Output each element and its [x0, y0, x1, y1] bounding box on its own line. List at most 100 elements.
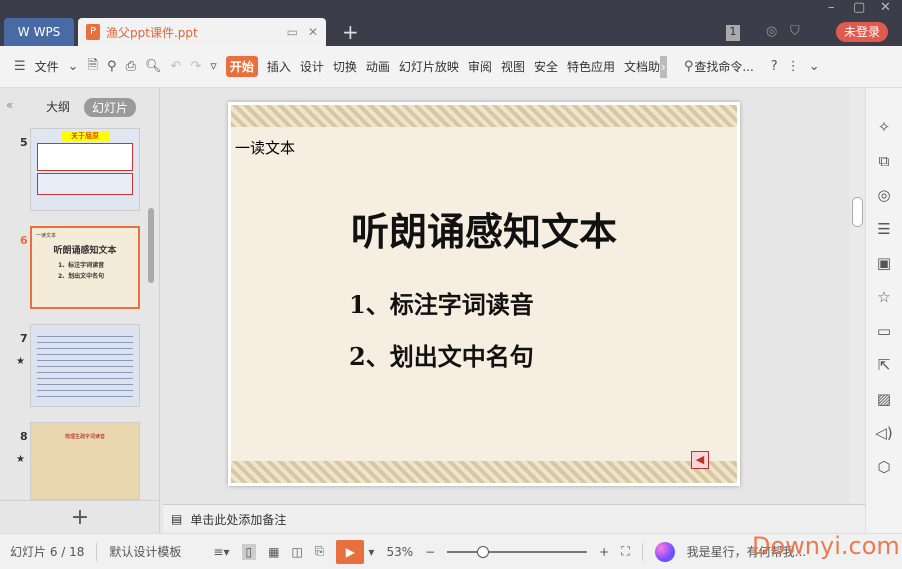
- print-preview-icon[interactable]: 🔍︎: [145, 59, 162, 74]
- shapes-icon[interactable]: ◎: [877, 186, 890, 204]
- slide-thumbnail-8[interactable]: 梳理生疏字词读音: [30, 422, 140, 500]
- tab-animation[interactable]: 动画: [366, 58, 390, 75]
- star-icon[interactable]: ☆: [877, 288, 890, 306]
- notes-toggle-icon[interactable]: ≡▾: [213, 545, 229, 559]
- collapse-panel-icon[interactable]: «: [6, 98, 13, 112]
- command-search[interactable]: 查找命令...: [694, 58, 753, 75]
- tab-security[interactable]: 安全: [534, 58, 558, 75]
- save-icon[interactable]: 🗎: [88, 56, 98, 78]
- zoom-slider-knob[interactable]: [477, 545, 490, 558]
- hamburger-icon[interactable]: ☰: [14, 59, 26, 74]
- notes-area[interactable]: ▤ 单击此处添加备注: [163, 504, 865, 533]
- maximize-icon[interactable]: ▢: [853, 0, 865, 15]
- document-tab[interactable]: P 渔父ppt课件.ppt ▭ ✕: [78, 18, 326, 46]
- speaker-icon[interactable]: ◀: [691, 451, 709, 469]
- slide-bullet[interactable]: 2、划出文中名句: [349, 337, 534, 372]
- collapse-ribbon-icon[interactable]: ⌄: [809, 59, 820, 74]
- play-slideshow-button[interactable]: ▶: [336, 539, 365, 564]
- bottom-border-pattern: [231, 461, 737, 483]
- wps-logo-icon: W: [17, 25, 30, 39]
- reading-view-icon[interactable]: ◫: [291, 545, 302, 559]
- animation-star-icon: ★: [16, 454, 25, 465]
- format-painter-icon[interactable]: ⚲: [107, 59, 117, 74]
- tab-insert[interactable]: 插入: [267, 58, 291, 75]
- document-tab-label: 渔父ppt课件.ppt: [106, 25, 198, 40]
- zoom-out-button[interactable]: −: [425, 545, 435, 559]
- tabs-scroll-right[interactable]: ›: [660, 55, 667, 78]
- thumb-title: 听朗诵感知文本: [53, 246, 117, 256]
- slide-thumbnail-6[interactable]: 一读文本 听朗诵感知文本 1、标注字词读音 2、划出文中名句: [30, 226, 140, 309]
- tab-outline[interactable]: 大纲: [46, 98, 70, 115]
- animation-star-icon: ★: [16, 356, 25, 367]
- slide-label[interactable]: 一读文本: [235, 137, 295, 158]
- new-tab-button[interactable]: +: [342, 20, 359, 44]
- slide-title[interactable]: 听朗诵感知文本: [231, 201, 737, 256]
- slide-sorter-icon[interactable]: ▦: [268, 545, 279, 559]
- tab-view[interactable]: 视图: [501, 58, 525, 75]
- share-icon[interactable]: ⇱: [878, 356, 891, 374]
- add-slide-button[interactable]: +: [0, 500, 160, 533]
- tab-design[interactable]: 设计: [300, 58, 324, 75]
- zoom-in-button[interactable]: +: [599, 545, 609, 559]
- close-tab-icon[interactable]: ✕: [308, 25, 318, 39]
- minimize-icon[interactable]: –: [828, 0, 835, 15]
- thumb-line: 1、标注字词读音: [58, 262, 105, 269]
- undo-icon[interactable]: ↶: [170, 59, 181, 74]
- gallery-icon[interactable]: ▣: [877, 254, 891, 272]
- vertical-scrollbar[interactable]: [850, 88, 865, 503]
- magic-icon[interactable]: ✧: [878, 118, 891, 136]
- notes-icon: ▤: [171, 512, 183, 526]
- template-name[interactable]: 默认设计模板: [109, 543, 181, 560]
- slide-bullet[interactable]: 1、标注字词读音: [349, 285, 534, 320]
- ai-assistant-icon[interactable]: [654, 541, 675, 562]
- ppt-file-icon: P: [86, 24, 100, 40]
- skin-icon[interactable]: ◎: [766, 24, 777, 39]
- shield-icon[interactable]: ⬡: [877, 458, 890, 476]
- ribbon-toolbar: ☰ 文件 ⌄ 🗎 ⚲ ⎙ 🔍︎ ↶ ↷ ▿ 开始 插入 设计 切换 动画 幻灯片…: [0, 46, 902, 88]
- close-window-icon[interactable]: ✕: [880, 0, 891, 15]
- window-count-badge[interactable]: 1: [726, 25, 740, 41]
- shirt-icon[interactable]: ⛉: [790, 24, 800, 39]
- thumb-label: 一读文本: [36, 233, 57, 239]
- play-dropdown-icon[interactable]: ▾: [368, 545, 374, 559]
- tab-special[interactable]: 特色应用: [567, 58, 615, 75]
- tab-transition[interactable]: 切换: [333, 58, 357, 75]
- slide-canvas[interactable]: 一读文本 听朗诵感知文本 1、标注字词读音 2、划出文中名句 ◀: [228, 102, 740, 486]
- presenter-icon[interactable]: ⎘: [315, 544, 325, 559]
- tab-slideshow[interactable]: 幻灯片放映: [399, 58, 459, 75]
- thumb-title: 关于屈原: [61, 131, 109, 141]
- tab-review[interactable]: 审阅: [468, 58, 492, 75]
- image-icon[interactable]: ▨: [877, 390, 891, 408]
- thumb-number: 5: [20, 136, 28, 149]
- tab-home[interactable]: 开始: [225, 56, 258, 77]
- redo-icon[interactable]: ↷: [190, 59, 201, 74]
- slide-counter: 幻灯片 6 / 18: [10, 545, 85, 559]
- wps-home-tab[interactable]: W WPS: [4, 18, 74, 46]
- panel-scrollbar[interactable]: [148, 208, 154, 283]
- archive-icon[interactable]: ▭: [877, 322, 891, 340]
- normal-view-icon[interactable]: ▯: [241, 543, 257, 560]
- slide-thumbnail-7[interactable]: [30, 324, 140, 407]
- login-button[interactable]: 未登录: [836, 22, 888, 42]
- zoom-level[interactable]: 53%: [386, 545, 413, 559]
- notes-placeholder: 单击此处添加备注: [190, 512, 287, 527]
- file-menu[interactable]: 文件: [35, 58, 59, 75]
- help-icon[interactable]: ?: [771, 59, 778, 74]
- settings-sliders-icon[interactable]: ☰: [877, 220, 890, 238]
- more-options-icon[interactable]: ⋮: [787, 59, 800, 74]
- fit-window-icon[interactable]: ⛶: [621, 544, 629, 559]
- monitor-icon[interactable]: ▭: [287, 25, 298, 39]
- chevron-down-icon[interactable]: ⌄: [68, 59, 79, 74]
- top-border-pattern: [231, 105, 737, 127]
- zoom-slider[interactable]: [447, 545, 588, 558]
- scrollbar-thumb[interactable]: [852, 197, 863, 227]
- tab-doc-assistant[interactable]: 文档助: [624, 58, 660, 75]
- print-icon[interactable]: ⎙: [126, 59, 136, 74]
- more-dropdown-icon[interactable]: ▿: [210, 59, 217, 74]
- thumb-line: 2、划出文中名句: [58, 273, 105, 280]
- thumb-title: 梳理生疏字词读音: [64, 434, 105, 440]
- slide-thumbnail-5[interactable]: 关于屈原: [30, 128, 140, 211]
- replace-icon[interactable]: ⧉: [879, 152, 890, 170]
- tab-slides[interactable]: 幻灯片: [84, 98, 137, 117]
- audio-icon[interactable]: ◁): [875, 424, 892, 442]
